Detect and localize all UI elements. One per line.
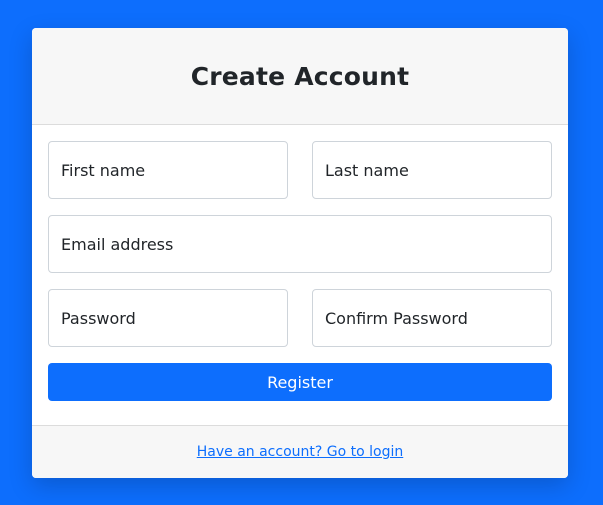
first-name-input[interactable]: [48, 141, 288, 199]
name-row: [48, 141, 552, 199]
register-button[interactable]: Register: [48, 363, 552, 401]
email-row: [48, 215, 552, 273]
register-card: Create Account Register Have an account?…: [32, 28, 568, 478]
confirm-password-input[interactable]: [312, 289, 552, 347]
password-input[interactable]: [48, 289, 288, 347]
email-input[interactable]: [48, 215, 552, 273]
login-link[interactable]: Have an account? Go to login: [197, 444, 404, 460]
card-header: Create Account: [32, 28, 568, 125]
page-title: Create Account: [190, 61, 410, 91]
card-footer: Have an account? Go to login: [32, 425, 568, 478]
register-form: Register: [32, 125, 568, 409]
password-row: [48, 289, 552, 347]
last-name-input[interactable]: [312, 141, 552, 199]
